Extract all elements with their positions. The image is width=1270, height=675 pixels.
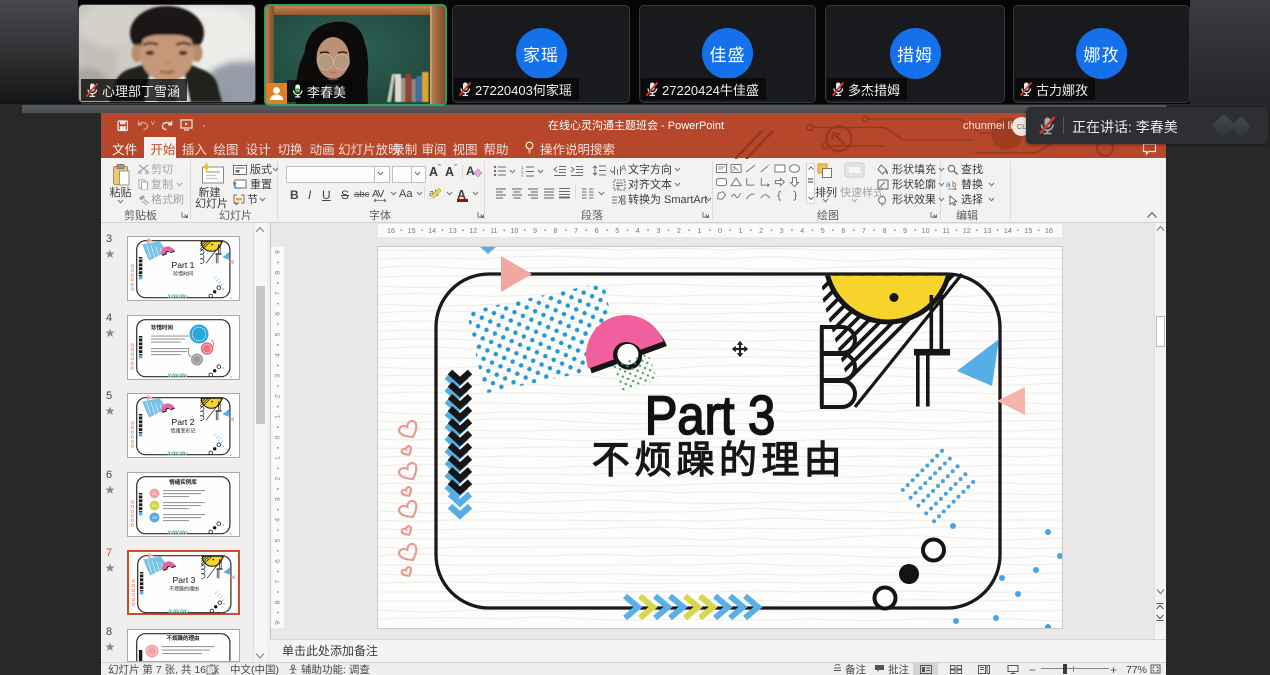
- svg-text:Part 3: Part 3: [172, 575, 195, 585]
- svg-text:14: 14: [1004, 226, 1012, 235]
- svg-text:Part 3: Part 3: [645, 385, 776, 446]
- svg-text:0: 0: [718, 226, 722, 235]
- svg-text:15: 15: [408, 226, 416, 235]
- svg-text:02: 02: [152, 503, 157, 508]
- svg-text:12: 12: [469, 226, 477, 235]
- svg-text:9: 9: [274, 250, 281, 254]
- svg-text:4: 4: [274, 518, 281, 522]
- svg-text:03: 03: [152, 515, 157, 520]
- svg-text:3: 3: [521, 174, 524, 177]
- svg-text:4: 4: [636, 226, 640, 235]
- svg-text:1: 1: [697, 226, 701, 235]
- svg-text:6: 6: [841, 226, 845, 235]
- svg-text:10: 10: [922, 226, 930, 235]
- svg-text:8: 8: [274, 271, 281, 275]
- svg-text:珍惜时间: 珍惜时间: [172, 271, 192, 278]
- svg-text:9: 9: [903, 226, 907, 235]
- svg-text:5: 5: [615, 226, 619, 235]
- svg-text:珍惜时间: 珍惜时间: [151, 323, 174, 331]
- svg-text:7: 7: [274, 580, 281, 584]
- svg-text:8: 8: [274, 600, 281, 604]
- svg-text:4: 4: [274, 353, 281, 357]
- svg-text:4: 4: [800, 226, 804, 235]
- svg-text:不烦躁的理由: 不烦躁的理由: [592, 440, 846, 482]
- svg-text:6: 6: [274, 559, 281, 563]
- svg-text:1: 1: [274, 415, 281, 419]
- svg-text:3: 3: [274, 374, 281, 378]
- svg-text:Part 2: Part 2: [171, 417, 194, 427]
- svg-text:0: 0: [274, 435, 281, 439]
- svg-text:7: 7: [274, 291, 281, 295]
- svg-text:A: A: [617, 186, 621, 192]
- svg-text:13: 13: [449, 226, 457, 235]
- svg-text:8: 8: [882, 226, 886, 235]
- svg-text:2: 2: [677, 226, 681, 235]
- svg-text:情绪变形记: 情绪变形记: [170, 428, 195, 435]
- svg-text:11: 11: [942, 226, 949, 235]
- svg-text:1: 1: [739, 226, 743, 235]
- svg-text:8: 8: [554, 226, 558, 235]
- svg-text:6: 6: [274, 312, 281, 316]
- svg-text:2: 2: [274, 394, 281, 398]
- svg-text:2: 2: [759, 226, 763, 235]
- svg-text:3: 3: [656, 226, 660, 235]
- svg-text:不烦躁的理由: 不烦躁的理由: [166, 634, 199, 642]
- svg-text:16: 16: [1045, 226, 1053, 235]
- svg-text:A: A: [621, 164, 626, 173]
- svg-text:15: 15: [1024, 226, 1032, 235]
- svg-text:情绪实例库: 情绪实例库: [169, 478, 197, 486]
- svg-text:1: 1: [274, 456, 281, 460]
- svg-text:9: 9: [533, 226, 537, 235]
- svg-text:14: 14: [428, 226, 436, 235]
- svg-text:5: 5: [274, 332, 281, 336]
- svg-text:5: 5: [821, 226, 825, 235]
- svg-text:a: a: [946, 180, 951, 189]
- svg-text:3: 3: [274, 497, 281, 501]
- svg-text:不烦躁的理由: 不烦躁的理由: [168, 586, 198, 593]
- svg-text:7: 7: [862, 226, 866, 235]
- svg-text:7: 7: [574, 226, 578, 235]
- svg-text:3: 3: [780, 226, 784, 235]
- svg-text:13: 13: [983, 226, 991, 235]
- svg-text:16: 16: [387, 226, 395, 235]
- svg-text:12: 12: [963, 226, 971, 235]
- svg-text:6: 6: [595, 226, 599, 235]
- svg-text:11: 11: [490, 226, 497, 235]
- svg-text:Part 1: Part 1: [171, 260, 194, 270]
- svg-text:9: 9: [274, 621, 281, 625]
- svg-text:01: 01: [152, 491, 157, 496]
- svg-text:2: 2: [274, 477, 281, 481]
- svg-text:5: 5: [274, 538, 281, 542]
- svg-text:10: 10: [510, 226, 518, 235]
